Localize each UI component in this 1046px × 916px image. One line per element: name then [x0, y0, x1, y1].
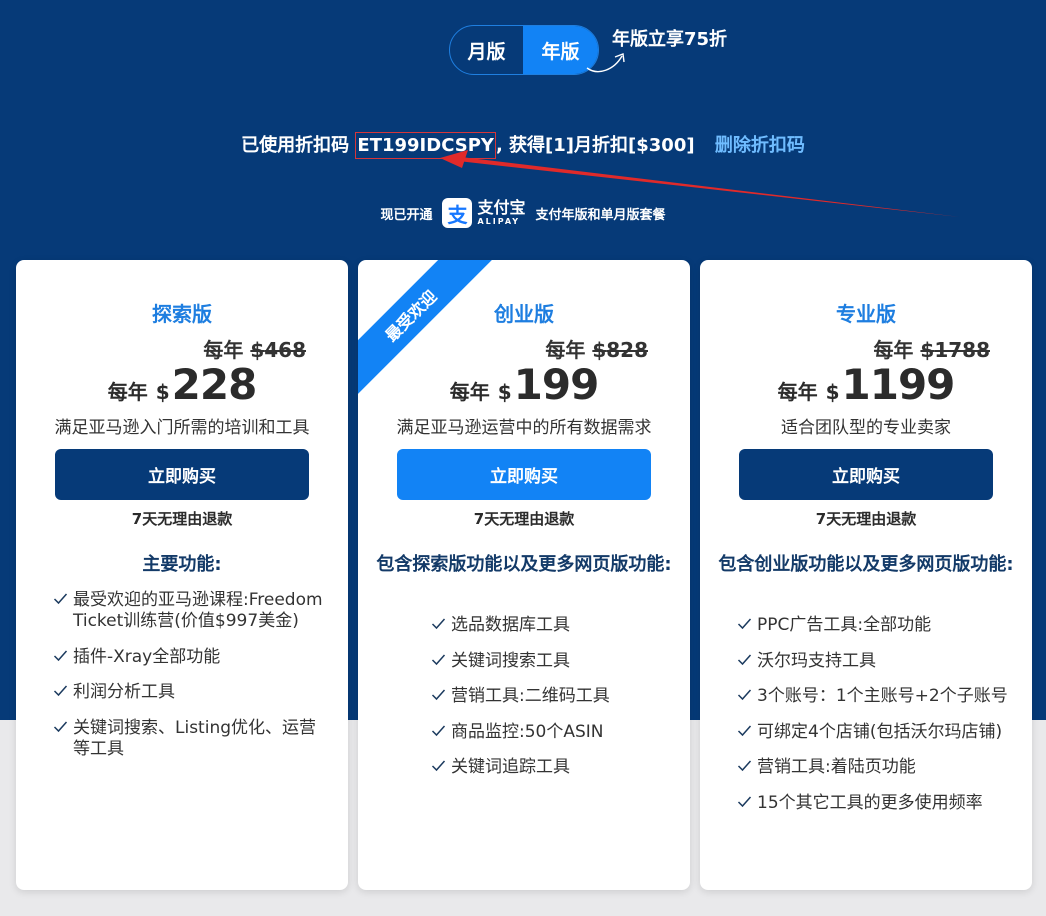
billing-toggle: 月版 年版: [449, 25, 599, 75]
feature-item: 关键词搜索工具: [426, 651, 672, 672]
current-price: 每年 $1199: [777, 360, 956, 409]
alipay-logo-text: 支付宝: [477, 198, 526, 217]
check-icon: [53, 593, 68, 605]
buy-now-button[interactable]: 立即购买: [397, 449, 651, 500]
check-icon: [53, 650, 68, 661]
plan-card-startup: 最受欢迎 创业版 每年 $828 每年 $199 满足亚马逊运营中的所有数据需求 …: [358, 260, 690, 890]
current-price: 每年 $199: [449, 360, 600, 409]
plan-tagline: 满足亚马逊入门所需的培训和工具: [54, 418, 310, 438]
feature-item: 15个其它工具的更多使用频率: [732, 793, 1014, 814]
check-icon: [431, 654, 446, 665]
original-price: 每年 $1788: [873, 338, 990, 362]
check-icon: [737, 796, 752, 807]
feature-item: 插件-Xray全部功能: [48, 647, 330, 668]
check-icon: [431, 689, 446, 701]
current-price: 每年 $228: [107, 360, 258, 409]
plan-tagline: 适合团队型的专业卖家: [781, 418, 951, 438]
feature-item: 3个账号：1个主账号+2个子账号: [732, 686, 1014, 707]
plan-name: 创业版: [494, 302, 554, 326]
feature-list: 最受欢迎的亚马逊课程:Freedom Ticket训练营(价值$997美金) 插…: [48, 590, 330, 774]
alipay-notice: 现已开通 支 支付宝 ALIPAY 支付年版和单月版套餐: [0, 198, 1046, 228]
original-price: 每年 $828: [545, 338, 648, 362]
alipay-logo-subtext: ALIPAY: [477, 217, 521, 226]
alipay-icon: 支: [442, 198, 473, 228]
features-title: 包含创业版功能以及更多网页版功能:: [718, 554, 1014, 575]
feature-item: 可绑定4个店铺(包括沃尔玛店铺): [732, 722, 1014, 743]
feature-item: 选品数据库工具: [426, 615, 672, 636]
feature-item: 关键词追踪工具: [426, 757, 672, 778]
feature-item: 关键词搜索、Listing优化、运营等工具: [48, 718, 330, 760]
plan-card-explore: 探索版 每年 $468 每年 $228 满足亚马逊入门所需的培训和工具 立即购买 …: [16, 260, 348, 890]
check-icon: [53, 721, 68, 732]
check-icon: [737, 725, 752, 736]
plan-card-professional: 专业版 每年 $1788 每年 $1199 适合团队型的专业卖家 立即购买 7天无…: [700, 260, 1032, 890]
yearly-discount-note: 年版立享75折: [612, 29, 728, 50]
refund-note: 7天无理由退款: [815, 510, 917, 528]
feature-list: PPC广告工具:全部功能 沃尔玛支持工具 3个账号：1个主账号+2个子账号 可绑…: [732, 615, 1014, 828]
feature-item: 利润分析工具: [48, 682, 330, 703]
feature-item: 商品监控:50个ASIN: [426, 722, 672, 743]
features-title: 主要功能:: [142, 554, 222, 575]
curved-arrow-icon: [586, 53, 625, 73]
check-icon: [431, 618, 446, 630]
feature-item: 营销工具:二维码工具: [426, 686, 672, 707]
check-icon: [53, 685, 68, 697]
refund-note: 7天无理由退款: [473, 510, 575, 528]
feature-item: PPC广告工具:全部功能: [732, 615, 1014, 636]
check-icon: [737, 760, 752, 772]
plan-name: 探索版: [152, 302, 212, 326]
check-icon: [737, 618, 752, 630]
alipay-logo: 支 支付宝 ALIPAY: [442, 198, 526, 228]
feature-item: 沃尔玛支持工具: [732, 651, 1014, 672]
feature-item: 最受欢迎的亚马逊课程:Freedom Ticket训练营(价值$997美金): [48, 590, 330, 632]
check-icon: [431, 725, 446, 736]
plan-name: 专业版: [836, 302, 896, 326]
buy-now-button[interactable]: 立即购买: [739, 449, 993, 500]
features-title: 包含探索版功能以及更多网页版功能:: [376, 554, 672, 575]
alipay-prefix: 现已开通: [380, 207, 433, 223]
check-icon: [737, 689, 752, 701]
original-price: 每年 $468: [203, 338, 306, 362]
feature-item: 营销工具:着陆页功能: [732, 757, 1014, 778]
check-icon: [431, 760, 446, 772]
coupon-prefix: 已使用折扣码: [241, 135, 356, 156]
refund-note: 7天无理由退款: [131, 510, 233, 528]
feature-list: 选品数据库工具 关键词搜索工具 营销工具:二维码工具 商品监控:50个ASIN …: [426, 615, 672, 793]
monthly-toggle-option[interactable]: 月版: [450, 26, 523, 74]
check-icon: [737, 654, 752, 665]
alipay-suffix: 支付年版和单月版套餐: [535, 207, 666, 223]
plan-tagline: 满足亚马逊运营中的所有数据需求: [396, 418, 652, 438]
buy-now-button[interactable]: 立即购买: [55, 449, 309, 500]
